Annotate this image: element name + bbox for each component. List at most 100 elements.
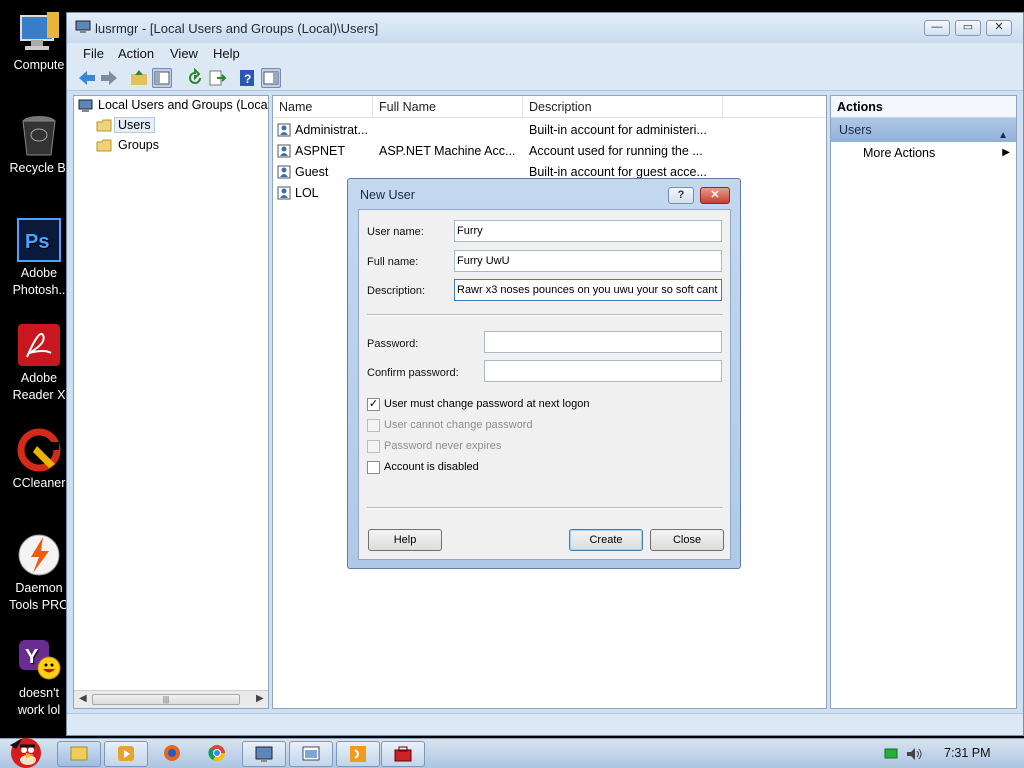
cell-description: Built-in account for administeri...	[529, 123, 707, 137]
show-hide-action-pane-icon[interactable]	[261, 68, 281, 88]
description-field[interactable]: Rawr x3 noses pounces on you uwu your so…	[454, 279, 722, 301]
export-list-icon[interactable]	[207, 68, 227, 88]
menu-bar: File Action View Help	[67, 43, 1023, 65]
taskbar-explorer[interactable]	[57, 741, 101, 767]
svg-text:?: ?	[244, 72, 251, 86]
volume-icon[interactable]	[905, 746, 923, 765]
folder-icon	[96, 119, 112, 135]
svg-text:Y: Y	[25, 646, 39, 668]
forward-arrow-icon[interactable]	[99, 68, 119, 88]
toolbar: ?	[67, 65, 1023, 91]
help-icon[interactable]: ?	[237, 68, 257, 88]
dialog-title: New User	[360, 188, 415, 202]
user-icon	[277, 185, 293, 207]
dialog-help-button[interactable]: ?	[668, 187, 694, 204]
description-label: Description:	[367, 285, 426, 297]
password-label: Password:	[367, 338, 419, 350]
cell-name: Administrat...	[295, 123, 368, 137]
scrollbar-thumb[interactable]: |||	[92, 694, 240, 705]
cell-description: Account used for running the ...	[529, 144, 703, 158]
ccleaner-icon	[17, 428, 61, 472]
help-button[interactable]: Help	[368, 529, 442, 551]
checkbox-box[interactable]	[367, 419, 380, 432]
divider	[367, 507, 723, 509]
tree-root-label[interactable]: Local Users and Groups (Loca	[98, 98, 268, 112]
daemon-tools-icon	[17, 533, 61, 577]
taskbar-window-2[interactable]	[289, 741, 333, 767]
confirm-password-field[interactable]	[484, 360, 722, 382]
password-field[interactable]	[484, 331, 722, 353]
menu-action[interactable]: Action	[118, 46, 154, 61]
window-close-button[interactable]: ✕	[986, 20, 1012, 36]
table-row[interactable]: ASPNET ASP.NET Machine Acc... Account us…	[273, 141, 826, 161]
back-arrow-icon[interactable]	[77, 68, 97, 88]
actions-section-users[interactable]: Users ▲	[831, 118, 1016, 142]
tree-item-groups[interactable]: Groups	[118, 138, 159, 152]
minimize-button[interactable]: —	[924, 20, 950, 36]
taskbar-toolbox[interactable]	[381, 741, 425, 767]
computer-users-icon	[78, 99, 94, 116]
taskbar-java[interactable]	[336, 741, 380, 767]
window-title: lusrmgr - [Local Users and Groups (Local…	[95, 21, 379, 36]
table-row[interactable]: Administrat... Built-in account for admi…	[273, 120, 826, 140]
show-hide-tree-icon[interactable]	[152, 68, 172, 88]
username-field[interactable]: Furry	[454, 220, 722, 242]
checkbox-label: Account is disabled	[384, 461, 479, 473]
checkmark-icon[interactable]: ✓	[367, 398, 380, 411]
checkbox-box[interactable]	[367, 461, 380, 474]
column-header-description[interactable]: Description	[523, 96, 723, 118]
menu-file[interactable]: File	[83, 46, 104, 61]
scroll-right-arrow-icon[interactable]: ▶	[256, 693, 264, 704]
taskbar-media-player[interactable]	[104, 741, 148, 767]
fullname-label: Full name:	[367, 256, 419, 268]
create-button[interactable]: Create	[569, 529, 643, 551]
refresh-icon[interactable]	[185, 67, 205, 88]
checkbox-label: Password never expires	[384, 440, 502, 452]
fullname-field[interactable]: Furry UwU	[454, 250, 722, 272]
svg-text:Ps: Ps	[25, 231, 49, 253]
dialog-close-button[interactable]: ✕	[700, 187, 730, 204]
taskbar-lusrmgr[interactable]	[242, 741, 286, 767]
dialog-body: User name: Furry Full name: Furry UwU De…	[358, 209, 731, 560]
scroll-left-arrow-icon[interactable]: ◀	[79, 693, 87, 704]
computer-icon	[17, 10, 61, 54]
taskbar: 7:31 PM	[0, 738, 1024, 768]
column-header-name[interactable]: Name	[273, 96, 373, 118]
tree-item-users[interactable]: Users	[114, 117, 155, 133]
tree-horizontal-scrollbar[interactable]: ◀ ||| ▶	[74, 690, 268, 708]
network-icon[interactable]	[884, 747, 898, 764]
submenu-arrow-icon: ▶	[1002, 147, 1010, 158]
console-tree: Local Users and Groups (Loca Users Group…	[73, 95, 269, 709]
folder-icon	[96, 139, 112, 155]
photoshop-icon: Ps	[17, 218, 61, 262]
title-bar[interactable]: lusrmgr - [Local Users and Groups (Local…	[67, 13, 1023, 43]
actions-pane: Actions Users ▲ More Actions ▶	[830, 95, 1017, 709]
computer-management-icon	[75, 20, 91, 34]
actions-header: Actions	[831, 96, 1016, 118]
checkbox-box[interactable]	[367, 440, 380, 453]
menu-view[interactable]: View	[170, 46, 198, 61]
new-user-dialog: New User ? ✕ User name: Furry Full name:…	[347, 178, 741, 569]
clock[interactable]: 7:31 PM	[944, 746, 991, 760]
yahoo-messenger-icon: Y	[17, 638, 61, 682]
confirm-password-label: Confirm password:	[367, 367, 459, 379]
cell-full-name: ASP.NET Machine Acc...	[379, 144, 516, 158]
up-folder-icon[interactable]	[129, 68, 149, 88]
start-button-angry-bird-icon[interactable]	[2, 733, 52, 768]
collapse-arrow-icon[interactable]: ▲	[998, 124, 1008, 148]
column-header-full-name[interactable]: Full Name	[373, 96, 523, 118]
menu-help[interactable]: Help	[213, 46, 240, 61]
recycle-bin-icon	[17, 113, 61, 157]
status-bar	[67, 713, 1023, 735]
username-label: User name:	[367, 226, 424, 238]
maximize-button[interactable]: ▭	[955, 20, 981, 36]
close-button[interactable]: Close	[650, 529, 724, 551]
taskbar-firefox[interactable]	[151, 741, 195, 767]
list-header: Name Full Name Description	[273, 96, 826, 118]
cell-name: ASPNET	[295, 144, 346, 158]
checkbox-label: User cannot change password	[384, 419, 533, 431]
taskbar-chrome[interactable]	[196, 741, 240, 767]
adobe-reader-icon	[17, 323, 61, 367]
divider	[367, 314, 723, 316]
more-actions-item[interactable]: More Actions	[863, 146, 935, 160]
